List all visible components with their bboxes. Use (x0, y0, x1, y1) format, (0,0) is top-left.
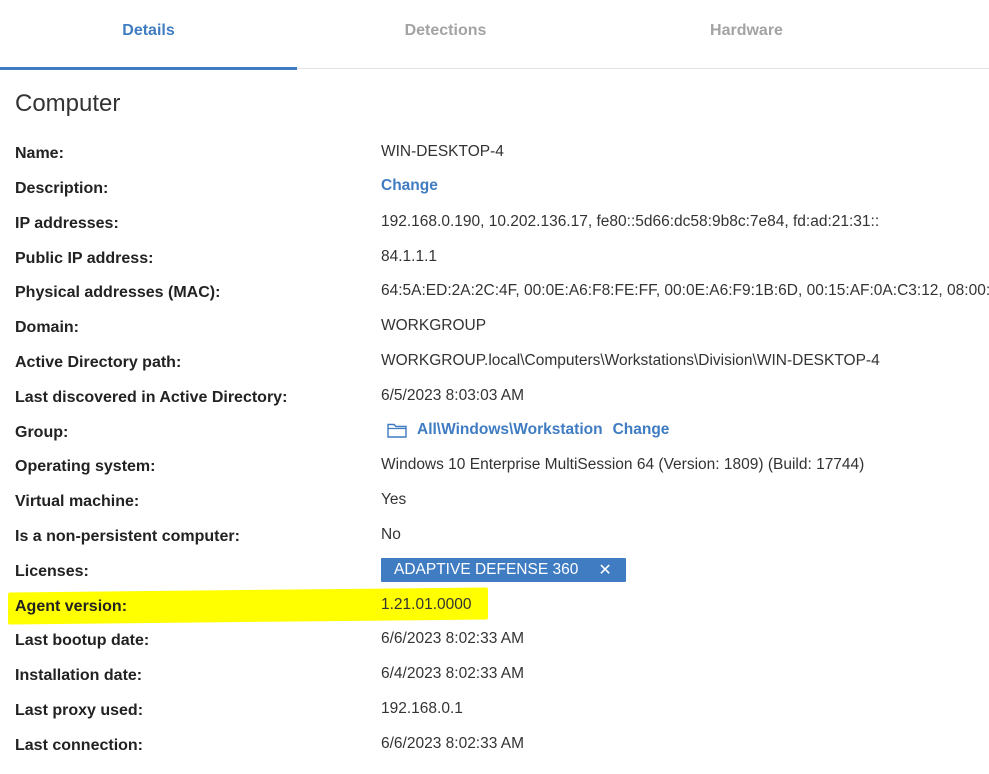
os-label: Operating system: (15, 458, 156, 475)
tab-bar: Details Detections Hardware (0, 0, 989, 70)
row-installation-date: Installation date: 6/4/2023 8:02:33 AM (0, 665, 989, 697)
non-persistent-value: No (381, 526, 401, 543)
row-domain: Domain: WORKGROUP (0, 317, 989, 349)
row-licenses: Licenses: ADAPTIVE DEFENSE 360 ✕ (0, 558, 989, 593)
row-last-connection: Last connection: 6/6/2023 8:02:33 AM (0, 735, 989, 767)
row-description: Description: Change (0, 177, 989, 210)
row-os: Operating system: Windows 10 Enterprise … (0, 456, 989, 488)
tab-details[interactable]: Details (0, 0, 297, 69)
row-ad-path: Active Directory path: WORKGROUP.local\C… (0, 352, 989, 384)
licenses-value: ADAPTIVE DEFENSE 360 ✕ (381, 558, 626, 582)
description-change-link[interactable]: Change (381, 177, 438, 195)
row-group: Group: All\Windows\Workstation Change (0, 421, 989, 454)
remove-license-icon[interactable]: ✕ (598, 560, 611, 580)
description-label: Description: (15, 180, 109, 197)
last-bootup-value: 6/6/2023 8:02:33 AM (381, 630, 525, 647)
virtual-machine-label: Virtual machine: (15, 493, 140, 510)
public-ip-value: 84.1.1.1 (381, 248, 438, 265)
last-proxy-value: 192.168.0.1 (381, 700, 463, 717)
group-value-container: All\Windows\Workstation Change (381, 421, 669, 439)
ad-discovered-label: Last discovered in Active Directory: (15, 389, 288, 406)
section-title: Computer (15, 90, 121, 117)
virtual-machine-value: Yes (381, 491, 407, 508)
installation-date-label: Installation date: (15, 667, 143, 684)
tab-hardware[interactable]: Hardware (598, 0, 895, 69)
public-ip-label: Public IP address: (15, 250, 154, 267)
os-value: Windows 10 Enterprise MultiSession 64 (V… (381, 456, 865, 473)
license-name: ADAPTIVE DEFENSE 360 (394, 561, 579, 578)
active-tab-indicator (0, 67, 297, 70)
ad-path-value: WORKGROUP.local\Computers\Workstations\D… (381, 352, 880, 369)
row-mac: Physical addresses (MAC): 64:5A:ED:2A:2C… (0, 282, 989, 314)
agent-version-label: Agent version: (15, 598, 128, 615)
last-proxy-label: Last proxy used: (15, 702, 144, 719)
ad-discovered-value: 6/5/2023 8:03:03 AM (381, 387, 525, 404)
last-bootup-label: Last bootup date: (15, 632, 150, 649)
last-connection-value: 6/6/2023 8:02:33 AM (381, 735, 525, 752)
ip-addresses-value: 192.168.0.190, 10.202.136.17, fe80::5d66… (381, 213, 880, 230)
domain-label: Domain: (15, 319, 79, 336)
name-value: WIN-DESKTOP-4 (381, 143, 504, 160)
row-ad-discovered: Last discovered in Active Directory: 6/5… (0, 387, 989, 419)
ad-path-label: Active Directory path: (15, 354, 182, 371)
row-last-bootup: Last bootup date: 6/6/2023 8:02:33 AM (0, 630, 989, 662)
folder-icon (387, 422, 407, 438)
row-ip-addresses: IP addresses: 192.168.0.190, 10.202.136.… (0, 213, 989, 245)
non-persistent-label: Is a non-persistent computer: (15, 528, 240, 545)
group-change-link[interactable]: Change (613, 421, 670, 439)
licenses-label: Licenses: (15, 563, 89, 580)
group-path-link[interactable]: All\Windows\Workstation (417, 421, 603, 439)
group-label: Group: (15, 424, 69, 441)
domain-value: WORKGROUP (381, 317, 487, 334)
license-badge: ADAPTIVE DEFENSE 360 ✕ (381, 558, 626, 582)
name-label: Name: (15, 145, 64, 162)
last-connection-label: Last connection: (15, 737, 144, 754)
ip-addresses-label: IP addresses: (15, 215, 119, 232)
mac-label: Physical addresses (MAC): (15, 284, 221, 301)
row-non-persistent: Is a non-persistent computer: No (0, 526, 989, 558)
mac-value: 64:5A:ED:2A:2C:4F, 00:0E:A6:F8:FE:FF, 00… (381, 282, 989, 299)
installation-date-value: 6/4/2023 8:02:33 AM (381, 665, 525, 682)
row-public-ip: Public IP address: 84.1.1.1 (0, 248, 989, 280)
tab-detections[interactable]: Detections (297, 0, 594, 69)
row-agent-version: Agent version: 1.21.01.0000 (0, 596, 989, 628)
agent-version-value: 1.21.01.0000 (381, 596, 472, 613)
row-name: Name: WIN-DESKTOP-4 (0, 143, 989, 175)
row-virtual-machine: Virtual machine: Yes (0, 491, 989, 523)
row-last-proxy: Last proxy used: 192.168.0.1 (0, 700, 989, 732)
